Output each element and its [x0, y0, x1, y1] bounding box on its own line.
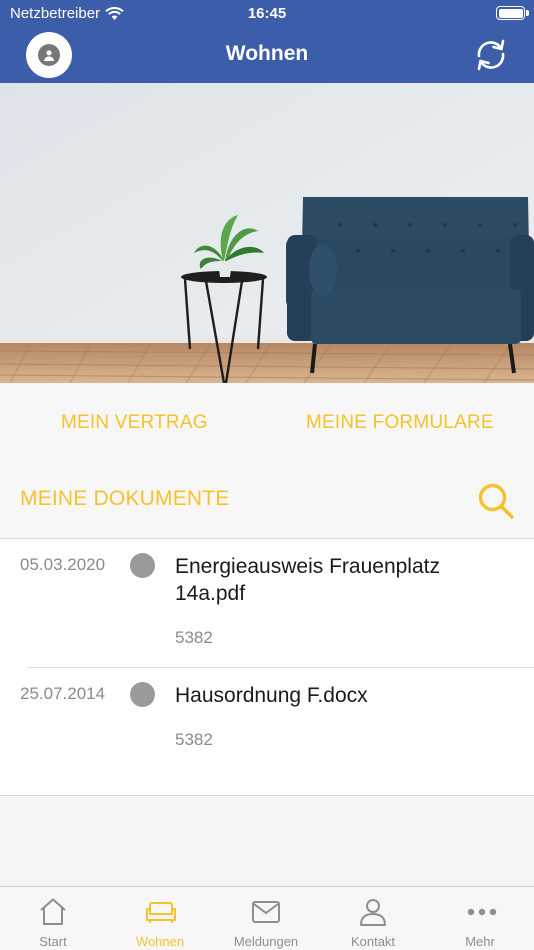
document-name: Energieausweis Frauenplatz 14a.pdf	[175, 555, 440, 605]
document-row[interactable]: 25.07.2014 Hausordnung F.docx 5382	[20, 667, 534, 795]
document-list: 05.03.2020 Energieausweis Frauenplatz 14…	[0, 539, 534, 796]
tab-wohnen[interactable]: Wohnen	[107, 887, 213, 950]
document-name: Hausordnung F.docx	[175, 684, 368, 707]
tab-bar: Start Wohnen Meldungen Kontakt Mehr	[0, 886, 534, 950]
document-id: 5382	[175, 628, 213, 647]
tab-meldungen[interactable]: Meldungen	[213, 887, 319, 950]
status-time: 16:45	[247, 5, 287, 22]
tab-label: Mehr	[465, 934, 495, 949]
documents-header: MEINE DOKUMENTE	[0, 463, 534, 539]
refresh-icon[interactable]	[472, 36, 510, 74]
search-icon[interactable]	[476, 481, 516, 521]
status-dot-icon	[130, 682, 155, 707]
tab-label: Start	[39, 934, 67, 949]
battery-icon	[496, 6, 525, 20]
tab-label: Wohnen	[135, 934, 185, 949]
person-icon	[360, 899, 386, 926]
envelope-icon	[252, 901, 280, 923]
page-title: Wohnen	[225, 42, 309, 65]
app-header: Netzbetreiber 16:45 Wohnen	[0, 0, 534, 83]
tab-mehr[interactable]: Mehr	[427, 887, 533, 950]
document-row[interactable]: 05.03.2020 Energieausweis Frauenplatz 14…	[0, 539, 534, 667]
my-contract-link[interactable]: MEIN VERTRAG	[61, 412, 208, 434]
house-icon	[40, 898, 66, 925]
more-dots-icon	[467, 908, 497, 916]
document-id: 5382	[175, 730, 213, 749]
document-date: 05.03.2020	[20, 555, 106, 574]
documents-title: MEINE DOKUMENTE	[20, 487, 230, 510]
living-room-image	[0, 83, 534, 383]
status-bar: Netzbetreiber 16:45	[0, 0, 534, 28]
tab-kontakt[interactable]: Kontakt	[320, 887, 426, 950]
battery-tip	[526, 10, 529, 16]
tab-start[interactable]: Start	[0, 887, 106, 950]
document-date: 25.07.2014	[20, 684, 106, 703]
quick-links: MEIN VERTRAG MEINE FORMULARE	[0, 383, 534, 463]
tab-label: Meldungen	[233, 934, 299, 949]
tab-label: Kontakt	[350, 934, 396, 949]
sofa-icon	[146, 902, 176, 923]
my-forms-link[interactable]: MEINE FORMULARE	[306, 412, 494, 434]
status-dot-icon	[130, 553, 155, 578]
